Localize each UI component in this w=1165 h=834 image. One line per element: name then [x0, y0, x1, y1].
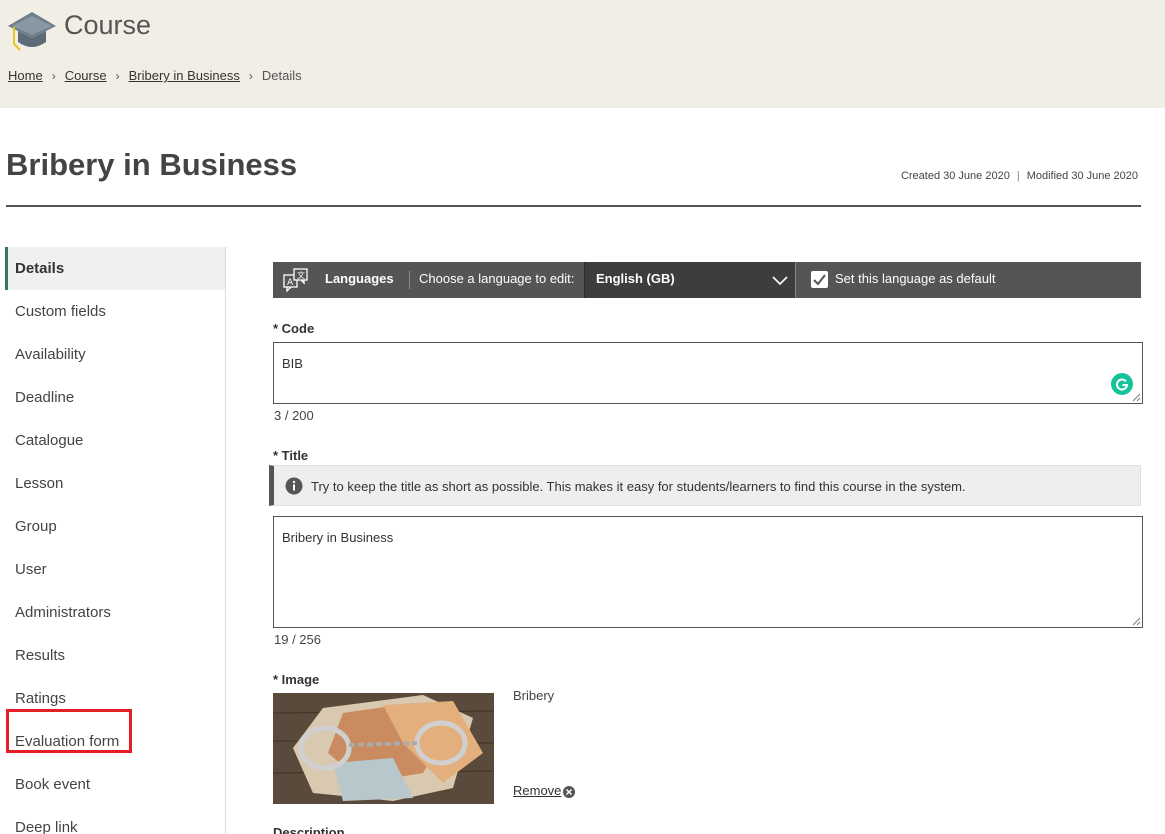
image-name: Bribery [513, 688, 555, 703]
sidebar-item-custom-fields[interactable]: Custom fields [5, 290, 225, 333]
breadcrumb-home-link[interactable]: Home [8, 68, 43, 83]
translate-icon: A 文 [283, 268, 308, 292]
title-info-box: Try to keep the title as short as possib… [269, 465, 1141, 506]
grammarly-icon[interactable] [1111, 373, 1133, 395]
course-heading: Course [64, 10, 152, 40]
title-counter: 19 / 256 [274, 632, 321, 647]
set-default-label[interactable]: Set this language as default [835, 271, 995, 286]
sidebar-item-availability[interactable]: Availability [5, 333, 225, 376]
breadcrumb-separator: › [51, 68, 56, 83]
sidebar-item-evaluation-form[interactable]: Evaluation form [5, 709, 225, 763]
languages-divider [409, 271, 410, 289]
info-icon [285, 477, 303, 495]
breadcrumb-separator: › [248, 68, 253, 83]
created-date: Created 30 June 2020 [900, 170, 1010, 182]
sidebar-nav: Details Custom fields Availability Deadl… [5, 247, 226, 834]
breadcrumb: Home › Course › Bribery in Business › De… [8, 68, 302, 83]
sidebar-item-deep-link[interactable]: Deep link [5, 806, 225, 834]
languages-label: Languages [325, 271, 394, 286]
svg-text:A: A [287, 278, 294, 288]
resize-handle-icon[interactable] [1132, 393, 1141, 402]
breadcrumb-item-link[interactable]: Bribery in Business [129, 68, 240, 83]
graduation-cap-icon [8, 12, 56, 51]
title-info-text: Try to keep the title as short as possib… [311, 479, 966, 494]
modified-date: Modified 30 June 2020 [1026, 170, 1138, 182]
svg-text:文: 文 [297, 270, 305, 280]
title-label: * Title [273, 448, 309, 463]
sidebar-item-deadline[interactable]: Deadline [5, 376, 225, 419]
meta-divider: | [1016, 170, 1020, 182]
checkmark-icon [813, 274, 826, 285]
choose-language-label: Choose a language to edit: [419, 271, 575, 286]
language-bar: A 文 Languages Choose a language to edit:… [273, 262, 1141, 298]
course-image-thumbnail [273, 693, 494, 804]
title-input[interactable]: Bribery in Business [273, 516, 1143, 628]
sidebar-item-user[interactable]: User [5, 548, 225, 591]
code-label: * Code [273, 321, 315, 336]
image-label: * Image [273, 672, 320, 687]
remove-circle-icon[interactable] [563, 786, 575, 798]
breadcrumb-course-link[interactable]: Course [65, 68, 107, 83]
page-meta: Created 30 June 2020 | Modified 30 June 20… [901, 170, 1138, 182]
code-value: BIB [282, 356, 303, 371]
chevron-down-icon [772, 276, 788, 286]
breadcrumb-current: Details [261, 68, 302, 83]
title-value: Bribery in Business [282, 530, 394, 545]
set-default-checkbox[interactable] [811, 271, 828, 288]
resize-handle-icon[interactable] [1132, 617, 1141, 626]
code-counter: 3 / 200 [274, 408, 314, 423]
sidebar-item-details[interactable]: Details [5, 247, 225, 290]
sidebar-item-group[interactable]: Group [5, 505, 225, 548]
sidebar-item-book-event[interactable]: Book event [5, 763, 225, 806]
language-select-value: English (GB) [596, 271, 675, 286]
sidebar-item-results[interactable]: Results [5, 634, 225, 677]
language-select[interactable]: English (GB) [584, 262, 796, 298]
sidebar-item-lesson[interactable]: Lesson [5, 462, 225, 505]
breadcrumb-separator: › [115, 68, 120, 83]
code-input[interactable]: BIB [273, 342, 1143, 404]
language-select-divider [795, 262, 796, 298]
description-label: Description [273, 825, 345, 834]
sidebar-item-catalogue[interactable]: Catalogue [5, 419, 225, 462]
sidebar-item-administrators[interactable]: Administrators [5, 591, 225, 634]
remove-image-link[interactable]: Remove [513, 783, 561, 798]
header-band: Course Home › Course › Bribery in Busine… [0, 0, 1165, 108]
page-title: Bribery in Business [6, 147, 298, 182]
title-divider [6, 205, 1141, 207]
